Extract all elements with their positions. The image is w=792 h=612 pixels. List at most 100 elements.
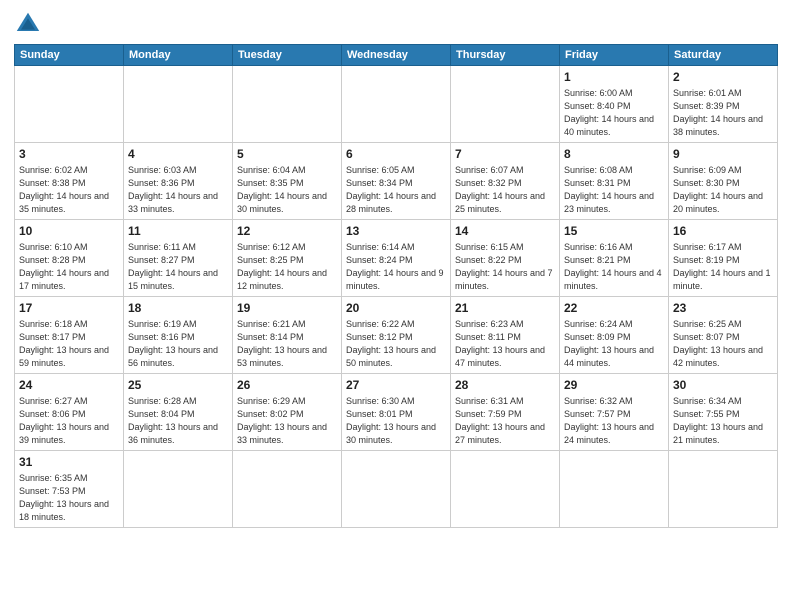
day-number: 2 [673,69,773,86]
table-row: 7Sunrise: 6:07 AM Sunset: 8:32 PM Daylig… [451,142,560,219]
day-info: Sunrise: 6:05 AM Sunset: 8:34 PM Dayligh… [346,164,446,216]
day-number: 5 [237,146,337,163]
header-saturday: Saturday [669,45,778,66]
day-info: Sunrise: 6:21 AM Sunset: 8:14 PM Dayligh… [237,318,337,370]
day-number: 16 [673,223,773,240]
day-number: 14 [455,223,555,240]
day-number: 30 [673,377,773,394]
table-row: 15Sunrise: 6:16 AM Sunset: 8:21 PM Dayli… [560,219,669,296]
day-info: Sunrise: 6:18 AM Sunset: 8:17 PM Dayligh… [19,318,119,370]
day-info: Sunrise: 6:01 AM Sunset: 8:39 PM Dayligh… [673,87,773,139]
day-number: 23 [673,300,773,317]
header [14,10,778,38]
table-row: 9Sunrise: 6:09 AM Sunset: 8:30 PM Daylig… [669,142,778,219]
header-wednesday: Wednesday [342,45,451,66]
table-row [233,66,342,143]
day-number: 4 [128,146,228,163]
table-row [669,450,778,527]
table-row: 2Sunrise: 6:01 AM Sunset: 8:39 PM Daylig… [669,66,778,143]
calendar-page: Sunday Monday Tuesday Wednesday Thursday… [0,0,792,612]
day-number: 19 [237,300,337,317]
table-row: 18Sunrise: 6:19 AM Sunset: 8:16 PM Dayli… [124,296,233,373]
table-row: 19Sunrise: 6:21 AM Sunset: 8:14 PM Dayli… [233,296,342,373]
day-info: Sunrise: 6:35 AM Sunset: 7:53 PM Dayligh… [19,472,119,524]
table-row: 1Sunrise: 6:00 AM Sunset: 8:40 PM Daylig… [560,66,669,143]
day-number: 12 [237,223,337,240]
day-info: Sunrise: 6:34 AM Sunset: 7:55 PM Dayligh… [673,395,773,447]
day-info: Sunrise: 6:07 AM Sunset: 8:32 PM Dayligh… [455,164,555,216]
day-number: 25 [128,377,228,394]
day-info: Sunrise: 6:10 AM Sunset: 8:28 PM Dayligh… [19,241,119,293]
day-number: 8 [564,146,664,163]
day-number: 24 [19,377,119,394]
day-number: 9 [673,146,773,163]
weekday-header-row: Sunday Monday Tuesday Wednesday Thursday… [15,45,778,66]
day-info: Sunrise: 6:00 AM Sunset: 8:40 PM Dayligh… [564,87,664,139]
day-number: 27 [346,377,446,394]
day-info: Sunrise: 6:19 AM Sunset: 8:16 PM Dayligh… [128,318,228,370]
header-tuesday: Tuesday [233,45,342,66]
table-row: 24Sunrise: 6:27 AM Sunset: 8:06 PM Dayli… [15,373,124,450]
day-number: 31 [19,454,119,471]
header-monday: Monday [124,45,233,66]
day-number: 13 [346,223,446,240]
table-row: 29Sunrise: 6:32 AM Sunset: 7:57 PM Dayli… [560,373,669,450]
table-row: 4Sunrise: 6:03 AM Sunset: 8:36 PM Daylig… [124,142,233,219]
day-number: 6 [346,146,446,163]
day-number: 3 [19,146,119,163]
day-number: 7 [455,146,555,163]
day-number: 29 [564,377,664,394]
table-row: 26Sunrise: 6:29 AM Sunset: 8:02 PM Dayli… [233,373,342,450]
table-row: 30Sunrise: 6:34 AM Sunset: 7:55 PM Dayli… [669,373,778,450]
day-info: Sunrise: 6:24 AM Sunset: 8:09 PM Dayligh… [564,318,664,370]
day-number: 1 [564,69,664,86]
day-info: Sunrise: 6:16 AM Sunset: 8:21 PM Dayligh… [564,241,664,293]
table-row [124,66,233,143]
day-info: Sunrise: 6:25 AM Sunset: 8:07 PM Dayligh… [673,318,773,370]
table-row: 10Sunrise: 6:10 AM Sunset: 8:28 PM Dayli… [15,219,124,296]
header-friday: Friday [560,45,669,66]
table-row: 20Sunrise: 6:22 AM Sunset: 8:12 PM Dayli… [342,296,451,373]
calendar-table: Sunday Monday Tuesday Wednesday Thursday… [14,44,778,528]
table-row: 14Sunrise: 6:15 AM Sunset: 8:22 PM Dayli… [451,219,560,296]
table-row: 25Sunrise: 6:28 AM Sunset: 8:04 PM Dayli… [124,373,233,450]
day-info: Sunrise: 6:02 AM Sunset: 8:38 PM Dayligh… [19,164,119,216]
day-info: Sunrise: 6:28 AM Sunset: 8:04 PM Dayligh… [128,395,228,447]
day-info: Sunrise: 6:17 AM Sunset: 8:19 PM Dayligh… [673,241,773,293]
day-info: Sunrise: 6:03 AM Sunset: 8:36 PM Dayligh… [128,164,228,216]
table-row [342,450,451,527]
table-row: 31Sunrise: 6:35 AM Sunset: 7:53 PM Dayli… [15,450,124,527]
day-info: Sunrise: 6:04 AM Sunset: 8:35 PM Dayligh… [237,164,337,216]
table-row: 21Sunrise: 6:23 AM Sunset: 8:11 PM Dayli… [451,296,560,373]
table-row [451,450,560,527]
table-row [560,450,669,527]
day-info: Sunrise: 6:22 AM Sunset: 8:12 PM Dayligh… [346,318,446,370]
table-row: 3Sunrise: 6:02 AM Sunset: 8:38 PM Daylig… [15,142,124,219]
header-sunday: Sunday [15,45,124,66]
table-row: 11Sunrise: 6:11 AM Sunset: 8:27 PM Dayli… [124,219,233,296]
general-blue-logo-icon [14,10,42,38]
day-number: 15 [564,223,664,240]
table-row: 22Sunrise: 6:24 AM Sunset: 8:09 PM Dayli… [560,296,669,373]
day-info: Sunrise: 6:09 AM Sunset: 8:30 PM Dayligh… [673,164,773,216]
day-info: Sunrise: 6:08 AM Sunset: 8:31 PM Dayligh… [564,164,664,216]
table-row: 8Sunrise: 6:08 AM Sunset: 8:31 PM Daylig… [560,142,669,219]
day-info: Sunrise: 6:12 AM Sunset: 8:25 PM Dayligh… [237,241,337,293]
table-row: 5Sunrise: 6:04 AM Sunset: 8:35 PM Daylig… [233,142,342,219]
day-number: 26 [237,377,337,394]
day-number: 21 [455,300,555,317]
day-info: Sunrise: 6:30 AM Sunset: 8:01 PM Dayligh… [346,395,446,447]
day-number: 18 [128,300,228,317]
table-row: 27Sunrise: 6:30 AM Sunset: 8:01 PM Dayli… [342,373,451,450]
day-number: 17 [19,300,119,317]
table-row: 13Sunrise: 6:14 AM Sunset: 8:24 PM Dayli… [342,219,451,296]
day-info: Sunrise: 6:29 AM Sunset: 8:02 PM Dayligh… [237,395,337,447]
table-row: 28Sunrise: 6:31 AM Sunset: 7:59 PM Dayli… [451,373,560,450]
day-number: 22 [564,300,664,317]
day-number: 11 [128,223,228,240]
day-info: Sunrise: 6:11 AM Sunset: 8:27 PM Dayligh… [128,241,228,293]
table-row [124,450,233,527]
day-info: Sunrise: 6:32 AM Sunset: 7:57 PM Dayligh… [564,395,664,447]
day-info: Sunrise: 6:15 AM Sunset: 8:22 PM Dayligh… [455,241,555,293]
table-row: 17Sunrise: 6:18 AM Sunset: 8:17 PM Dayli… [15,296,124,373]
